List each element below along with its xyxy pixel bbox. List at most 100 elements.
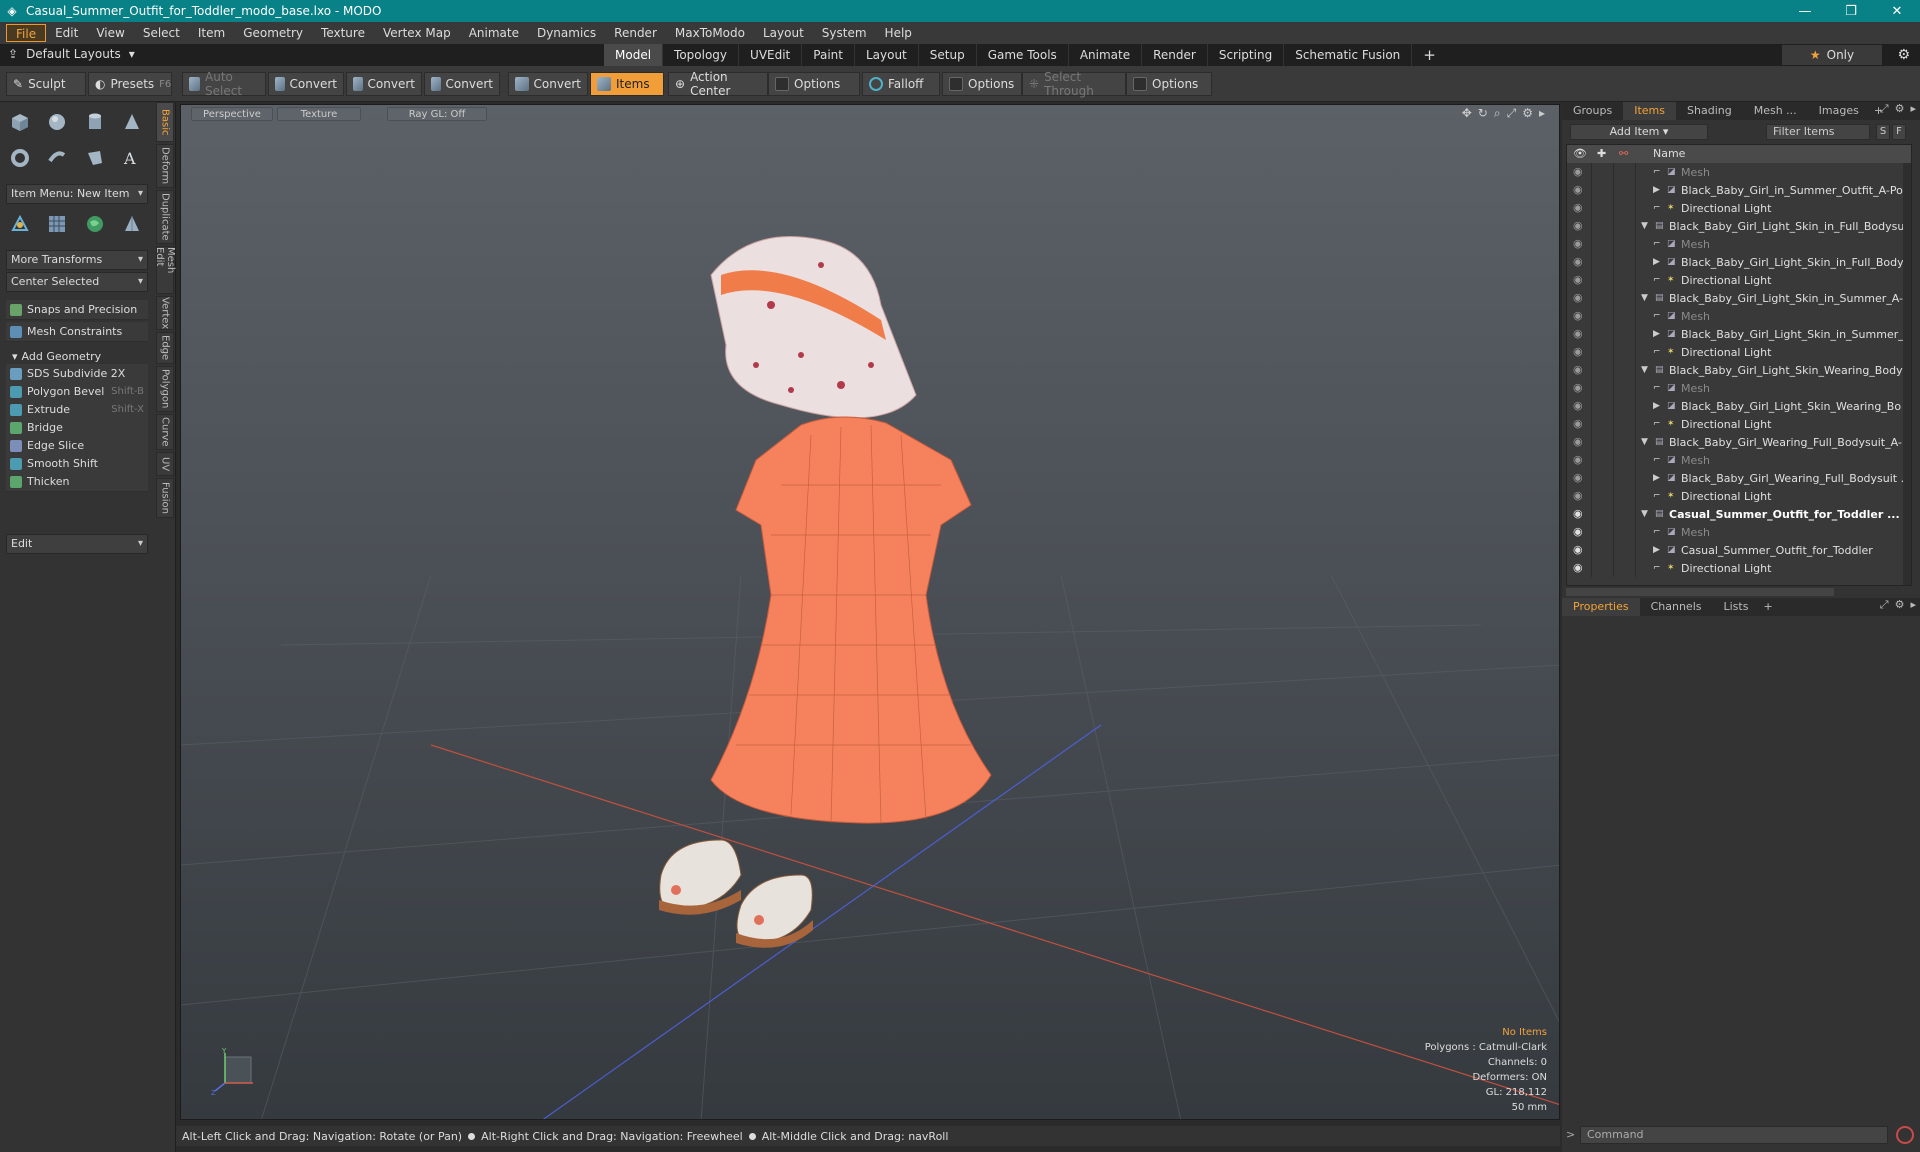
visibility-eye-icon[interactable]: ◉: [1573, 490, 1585, 502]
menu-vertex-map[interactable]: Vertex Map: [374, 24, 460, 42]
tree-row[interactable]: ◉ ▶ ◪ Black_Baby_Girl_in_Summer_Outfit_A-Po…: [1567, 181, 1911, 199]
menu-render[interactable]: Render: [605, 24, 666, 42]
tool-thicken-button[interactable]: Thicken: [6, 472, 148, 492]
tab-model[interactable]: Model: [604, 44, 664, 66]
cone-primitive-button[interactable]: [117, 106, 149, 138]
close-button[interactable]: ✕: [1874, 0, 1920, 22]
expand-arrow-icon[interactable]: ▼: [1641, 365, 1651, 375]
vtab-vertex[interactable]: Vertex: [156, 296, 174, 330]
panel-gear-icon[interactable]: ⚙: [1895, 598, 1905, 612]
lock-column-icon[interactable]: ✚: [1597, 147, 1606, 160]
tree-row[interactable]: ◉ ▼ ▤ Casual_Summer_Outfit_for_Toddler ...: [1567, 505, 1911, 523]
expand-icon[interactable]: ⤢: [1880, 102, 1889, 116]
tree-row[interactable]: ◉ ▶ ◪ Black_Baby_Girl_Light_Skin_in_Full_Bo…: [1567, 253, 1911, 271]
edit-dropdown[interactable]: Edit: [6, 534, 148, 554]
visibility-eye-icon[interactable]: ◉: [1573, 274, 1585, 286]
pyramid-tool-button[interactable]: [117, 208, 149, 240]
globe-tool-button[interactable]: [79, 208, 111, 240]
sculpt-button[interactable]: ✎ Sculpt: [6, 72, 86, 96]
menu-system[interactable]: System: [813, 24, 876, 42]
expand-arrow-icon[interactable]: ▼: [1641, 437, 1651, 447]
vtab-curve[interactable]: Curve: [156, 414, 174, 450]
vtab-edge[interactable]: Edge: [156, 332, 174, 364]
visibility-eye-icon[interactable]: ◉: [1573, 508, 1585, 520]
tree-row[interactable]: ◉ ⌐ ◪ Mesh: [1567, 379, 1911, 397]
raygl-button[interactable]: Ray GL: Off: [387, 107, 487, 121]
tree-row[interactable]: ◉ ▼ ▤ Black_Baby_Girl_Wearing_Full_Bodysuit…: [1567, 433, 1911, 451]
tree-row[interactable]: ◉ ⌐ ◪ Mesh: [1567, 307, 1911, 325]
tab-topology[interactable]: Topology: [663, 44, 740, 66]
expand-arrow-icon[interactable]: ▶: [1653, 545, 1663, 555]
add-layout-tab-button[interactable]: +: [1412, 44, 1447, 66]
tool-edge-slice-button[interactable]: Edge Slice: [6, 436, 148, 456]
expand-arrow-icon[interactable]: ▶: [1653, 329, 1663, 339]
mesh-constraints-button[interactable]: Mesh Constraints: [6, 322, 148, 342]
visibility-eye-icon[interactable]: ◉: [1573, 472, 1585, 484]
vtab-uv[interactable]: UV: [156, 452, 174, 476]
tree-row[interactable]: ◉ ⌐ ◪ Mesh: [1567, 523, 1911, 541]
rotate-icon[interactable]: ↻: [1478, 106, 1488, 121]
tab-game-tools[interactable]: Game Tools: [977, 44, 1069, 66]
3d-viewport[interactable]: Perspective Texture Ray GL: Off ✥ ↻ ⌕ ⤢ …: [180, 104, 1560, 1120]
visibility-eye-icon[interactable]: ◉: [1573, 346, 1585, 358]
only-toggle[interactable]: ★ Only: [1782, 45, 1882, 65]
falloff-options-button[interactable]: Options: [942, 72, 1022, 96]
menu-edit[interactable]: Edit: [46, 24, 87, 42]
name-column-header[interactable]: Name: [1653, 147, 1685, 160]
menu-dynamics[interactable]: Dynamics: [528, 24, 605, 42]
command-input[interactable]: Command: [1580, 1126, 1888, 1144]
tree-row[interactable]: ◉ ⌐ ✶ Directional Light: [1567, 415, 1911, 433]
action-center-button[interactable]: ⊕ Action Center: [668, 70, 768, 98]
convert-edges-button[interactable]: Convert: [346, 72, 422, 96]
expand-arrow-icon[interactable]: ▼: [1641, 293, 1651, 303]
tab-render[interactable]: Render: [1142, 44, 1208, 66]
items-mode-button[interactable]: Items: [590, 72, 664, 96]
cylinder-primitive-button[interactable]: [79, 106, 111, 138]
viewport-gear-icon[interactable]: ⚙: [1522, 106, 1533, 121]
panel-menu-icon[interactable]: ▸: [1910, 598, 1916, 612]
visibility-eye-icon[interactable]: ◉: [1573, 544, 1585, 556]
menu-animate[interactable]: Animate: [460, 24, 528, 42]
expand-arrow-icon[interactable]: ▶: [1653, 185, 1663, 195]
menu-file[interactable]: File: [6, 24, 47, 42]
visibility-eye-icon[interactable]: 👁: [1573, 147, 1587, 160]
center-selected-dropdown[interactable]: Center Selected: [6, 272, 148, 292]
expand-arrow-icon[interactable]: ▶: [1653, 257, 1663, 267]
vtab-basic[interactable]: Basic: [156, 102, 174, 142]
visibility-eye-icon[interactable]: ◉: [1573, 292, 1585, 304]
visibility-eye-icon[interactable]: ◉: [1573, 220, 1585, 232]
bottom-tab-properties[interactable]: Properties: [1562, 598, 1640, 616]
tool-smooth-shift-button[interactable]: Smooth Shift: [6, 454, 148, 474]
visibility-eye-icon[interactable]: ◉: [1573, 364, 1585, 376]
tree-row[interactable]: ◉ ▼ ▤ Black_Baby_Girl_Light_Skin_in_Summer_…: [1567, 289, 1911, 307]
torus-primitive-button[interactable]: [4, 142, 36, 174]
shading-mode-button[interactable]: Texture: [277, 107, 361, 121]
bottom-tab-lists[interactable]: Lists: [1713, 598, 1760, 616]
tree-row[interactable]: ◉ ⌐ ◪ Mesh: [1567, 163, 1911, 181]
expand-icon[interactable]: ⤢: [1880, 598, 1889, 612]
panel-menu-icon[interactable]: ▸: [1910, 102, 1916, 116]
render-column-icon[interactable]: ⚯: [1619, 147, 1628, 160]
pen-tool-button[interactable]: [79, 142, 111, 174]
tree-horizontal-scrollbar[interactable]: [1566, 588, 1834, 596]
convert-vertices-button[interactable]: Convert: [268, 72, 344, 96]
tree-row[interactable]: ◉ ⌐ ◪ Mesh: [1567, 235, 1911, 253]
visibility-eye-icon[interactable]: ◉: [1573, 382, 1585, 394]
transform-tool-button[interactable]: [4, 208, 36, 240]
more-transforms-dropdown[interactable]: More Transforms: [6, 250, 148, 270]
grid-tool-button[interactable]: [42, 208, 74, 240]
tree-row[interactable]: ◉ ⌐ ✶ Directional Light: [1567, 199, 1911, 217]
vtab-deform[interactable]: Deform: [156, 144, 174, 188]
top-tab-images[interactable]: Images: [1808, 102, 1870, 120]
visibility-eye-icon[interactable]: ◉: [1573, 418, 1585, 430]
select-through-button[interactable]: ⁜ Select Through: [1022, 70, 1126, 98]
expand-arrow-icon[interactable]: ▶: [1653, 401, 1663, 411]
top-tab-items[interactable]: Items: [1623, 102, 1677, 120]
falloff-button[interactable]: Falloff: [862, 72, 940, 96]
tree-row[interactable]: ◉ ⌐ ✶ Directional Light: [1567, 487, 1911, 505]
visibility-eye-icon[interactable]: ◉: [1573, 400, 1585, 412]
tree-row[interactable]: ◉ ⌐ ✶ Directional Light: [1567, 559, 1911, 577]
tree-scrollbar[interactable]: [1903, 163, 1911, 585]
cube-primitive-button[interactable]: [4, 106, 36, 138]
expand-arrow-icon[interactable]: ▶: [1653, 473, 1663, 483]
